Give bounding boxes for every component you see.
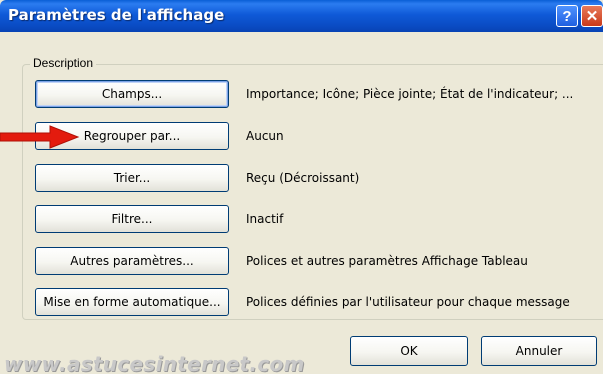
- dialog-window: Paramètres de l'affichage ? ✕ Descriptio…: [0, 0, 603, 374]
- other-settings-button[interactable]: Autres paramètres...: [35, 247, 229, 275]
- close-button[interactable]: ✕: [581, 5, 603, 27]
- help-icon: ?: [562, 7, 572, 25]
- description-group-label: Description: [30, 56, 97, 70]
- filter-button[interactable]: Filtre...: [35, 205, 229, 233]
- auto-format-button[interactable]: Mise en forme automatique...: [35, 288, 229, 316]
- other-settings-description: Polices et autres paramètres Affichage T…: [246, 254, 528, 268]
- help-button[interactable]: ?: [556, 5, 578, 27]
- red-arrow-icon: [0, 125, 80, 149]
- cancel-button[interactable]: Annuler: [481, 336, 597, 366]
- filter-description: Inactif: [246, 212, 284, 226]
- fields-button[interactable]: Champs...: [35, 80, 229, 108]
- close-icon: ✕: [585, 8, 599, 25]
- title-bar: Paramètres de l'affichage ? ✕: [0, 0, 603, 32]
- sort-button[interactable]: Trier...: [35, 164, 229, 192]
- sort-description: Reçu (Décroissant): [246, 171, 360, 185]
- fields-description: Importance; Icône; Pièce jointe; État de…: [246, 87, 574, 101]
- watermark: www.astucesinternet.com: [4, 352, 305, 374]
- group-by-description: Aucun: [246, 129, 284, 143]
- auto-format-description: Polices définies par l'utilisateur pour …: [246, 295, 570, 309]
- ok-button[interactable]: OK: [350, 336, 468, 366]
- dialog-title: Paramètres de l'affichage: [8, 6, 225, 24]
